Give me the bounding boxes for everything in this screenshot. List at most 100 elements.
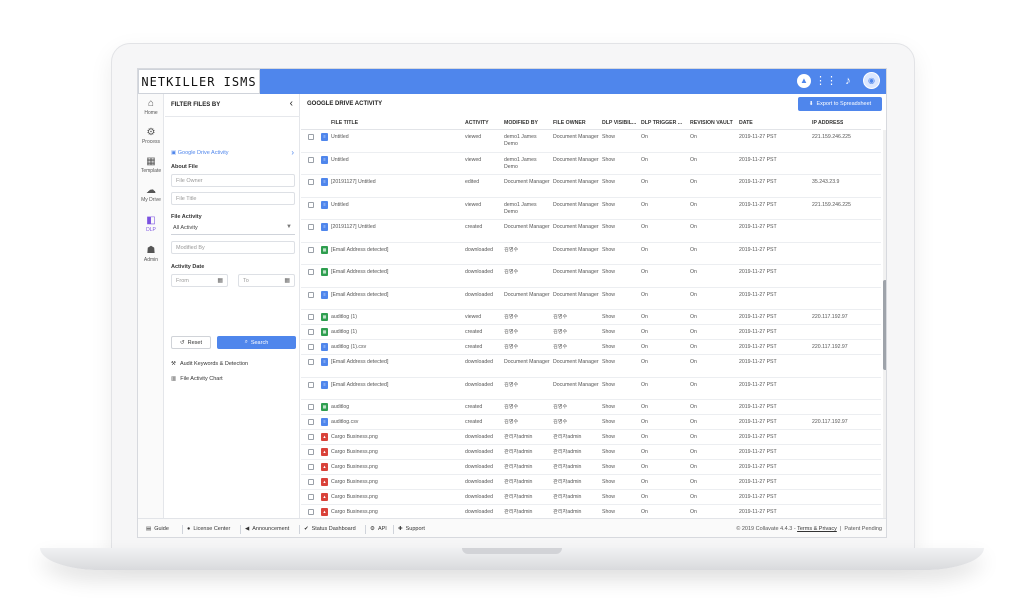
rail-item-template[interactable]: ▦ Template: [138, 156, 164, 174]
footer-status-dashboard[interactable]: ✔ Status Dashboard: [304, 526, 356, 532]
cell-title[interactable]: Untitled: [331, 157, 461, 164]
table-row[interactable]: ▦ auditlog (1) created 김영수 김영수 Show On On 2019-1…: [301, 325, 881, 340]
row-checkbox[interactable]: [308, 269, 314, 275]
date-from-input[interactable]: From ▦: [171, 274, 228, 287]
footer-license-center[interactable]: ● License Center: [187, 526, 230, 532]
cell-title[interactable]: auditlog.csv: [331, 419, 461, 426]
rail-item-admin[interactable]: ☗ Admin: [138, 245, 164, 263]
row-checkbox[interactable]: [308, 224, 314, 230]
rail-item-process[interactable]: ⚙ Process: [138, 127, 164, 145]
export-spreadsheet-button[interactable]: ⬇ Export to Spreadsheet: [798, 97, 882, 111]
column-header[interactable]: DLP VISIBIL...: [602, 120, 636, 126]
row-checkbox[interactable]: [308, 201, 314, 208]
scroll-thumb[interactable]: [883, 280, 886, 370]
row-checkbox[interactable]: [308, 419, 314, 425]
cell-title[interactable]: auditlog (1): [331, 314, 461, 321]
row-checkbox[interactable]: [308, 179, 314, 185]
file-activity-chart-link[interactable]: ▥ File Activity Chart: [171, 376, 223, 382]
cell-title[interactable]: Cargo Business.png: [331, 449, 461, 456]
row-checkbox[interactable]: [308, 134, 314, 140]
rail-item-my-drive[interactable]: ☁ My Drive: [138, 185, 164, 203]
collapse-chevron-icon[interactable]: ‹: [290, 98, 293, 109]
table-row[interactable]: ≡ [20191127] Untitled created Document Mana…: [301, 220, 881, 243]
row-checkbox[interactable]: [308, 494, 314, 500]
table-row[interactable]: ≡ auditlog (1).csv created 김영수 김영수 Show On On 20…: [301, 340, 881, 355]
cell-title[interactable]: Cargo Business.png: [331, 509, 461, 516]
column-header[interactable]: FILE OWNER: [553, 120, 586, 126]
table-row[interactable]: ≡ [20191127] Untitled edited Document Manag…: [301, 175, 881, 198]
cell-title[interactable]: [20191127] Untitled: [331, 179, 461, 186]
table-row[interactable]: ▲ Cargo Business.png downloaded 관리자admin 관리자…: [301, 490, 881, 505]
bell-icon[interactable]: ♪: [841, 74, 855, 88]
table-row[interactable]: ≡ [Email Address detected] downloaded 김영수 Do…: [301, 378, 881, 400]
cell-title[interactable]: [Email Address detected]: [331, 292, 461, 299]
file-activity-select[interactable]: All Activity ▼: [171, 222, 295, 235]
column-header[interactable]: DLP TRIGGER ...: [641, 120, 682, 126]
chevron-right-icon[interactable]: ›: [291, 148, 294, 157]
row-checkbox[interactable]: [308, 479, 314, 485]
row-checkbox[interactable]: [308, 434, 314, 440]
column-header[interactable]: REVISION VAULT: [690, 120, 733, 126]
drive-icon[interactable]: ▲: [797, 73, 811, 88]
footer-announcement[interactable]: ◀ Announcement: [245, 526, 289, 532]
row-checkbox[interactable]: [308, 404, 314, 410]
scrollbar[interactable]: [883, 130, 886, 518]
file-title-input[interactable]: File Title: [171, 192, 295, 205]
column-header[interactable]: MODIFIED BY: [504, 120, 538, 126]
footer-api[interactable]: ⚙ API: [370, 526, 387, 532]
rail-item-home[interactable]: ⌂ Home: [138, 98, 164, 116]
table-row[interactable]: ▲ Cargo Business.png downloaded 관리자admin 관리자…: [301, 430, 881, 445]
table-row[interactable]: ≡ [Email Address detected] downloaded Docum…: [301, 355, 881, 378]
table-row[interactable]: ▲ Cargo Business.png downloaded 관리자admin 관리자…: [301, 505, 881, 518]
row-checkbox[interactable]: [308, 329, 314, 335]
table-row[interactable]: ≡ Untitled viewed demo1 James Demo Document …: [301, 198, 881, 220]
footer-guide[interactable]: ▤ Guide: [146, 526, 169, 532]
cell-title[interactable]: auditlog (1).csv: [331, 344, 461, 351]
avatar[interactable]: ◉: [863, 72, 880, 89]
cell-title[interactable]: [Email Address detected]: [331, 247, 461, 254]
cell-title[interactable]: Cargo Business.png: [331, 434, 461, 441]
modified-by-input[interactable]: Modified By: [171, 241, 295, 254]
footer-support[interactable]: ✚ Support: [398, 526, 425, 532]
cell-title[interactable]: [Email Address detected]: [331, 269, 461, 276]
table-row[interactable]: ▲ Cargo Business.png downloaded 관리자admin 관리자…: [301, 475, 881, 490]
search-button[interactable]: ⌕ Search: [217, 336, 296, 349]
apps-grid-icon[interactable]: ⋮⋮: [815, 74, 837, 88]
row-checkbox[interactable]: [308, 509, 314, 515]
audit-keywords-link[interactable]: ⚒ Audit Keywords & Detection: [171, 361, 248, 367]
table-row[interactable]: ≡ Untitled viewed demo1 James Demo Document …: [301, 130, 881, 153]
row-checkbox[interactable]: [308, 291, 314, 298]
row-checkbox[interactable]: [308, 381, 314, 388]
column-header[interactable]: IP ADDRESS: [812, 120, 843, 126]
cell-title[interactable]: Cargo Business.png: [331, 494, 461, 501]
table-row[interactable]: ≡ auditlog.csv created 김영수 김영수 Show On On 2019-1…: [301, 415, 881, 430]
table-row[interactable]: ▦ auditlog created 김영수 김영수 Show On On 2019-11-27…: [301, 400, 881, 415]
cell-title[interactable]: auditlog (1): [331, 329, 461, 336]
table-row[interactable]: ▲ Cargo Business.png downloaded 관리자admin 관리자…: [301, 460, 881, 475]
file-owner-input[interactable]: File Owner: [171, 174, 295, 187]
reset-button[interactable]: ↺ Reset: [171, 336, 211, 349]
column-header[interactable]: DATE: [739, 120, 753, 126]
rail-item-dlp[interactable]: ◧ DLP: [138, 215, 164, 233]
row-checkbox[interactable]: [308, 156, 314, 163]
table-row[interactable]: ≡ Untitled viewed demo1 James Demo Document …: [301, 153, 881, 175]
cell-title[interactable]: [Email Address detected]: [331, 382, 461, 389]
cell-title[interactable]: Untitled: [331, 202, 461, 209]
table-row[interactable]: ▲ Cargo Business.png downloaded 관리자admin 관리자…: [301, 445, 881, 460]
column-header[interactable]: FILE TITLE: [331, 120, 358, 126]
row-checkbox[interactable]: [308, 449, 314, 455]
terms-link[interactable]: Terms & Privacy: [797, 526, 837, 532]
cell-title[interactable]: Cargo Business.png: [331, 479, 461, 486]
row-checkbox[interactable]: [308, 344, 314, 350]
cell-title[interactable]: [20191127] Untitled: [331, 224, 461, 231]
row-checkbox[interactable]: [308, 314, 314, 320]
table-row[interactable]: ▦ [Email Address detected] downloaded 김영수 Do…: [301, 265, 881, 288]
row-checkbox[interactable]: [308, 359, 314, 365]
cell-title[interactable]: auditlog: [331, 404, 461, 411]
row-checkbox[interactable]: [308, 464, 314, 470]
table-row[interactable]: ≡ [Email Address detected] downloaded Docum…: [301, 288, 881, 310]
source-google-drive-activity[interactable]: ▣ Google Drive Activity: [171, 150, 228, 156]
cell-title[interactable]: Cargo Business.png: [331, 464, 461, 471]
date-to-input[interactable]: To ▦: [238, 274, 295, 287]
row-checkbox[interactable]: [308, 246, 314, 253]
